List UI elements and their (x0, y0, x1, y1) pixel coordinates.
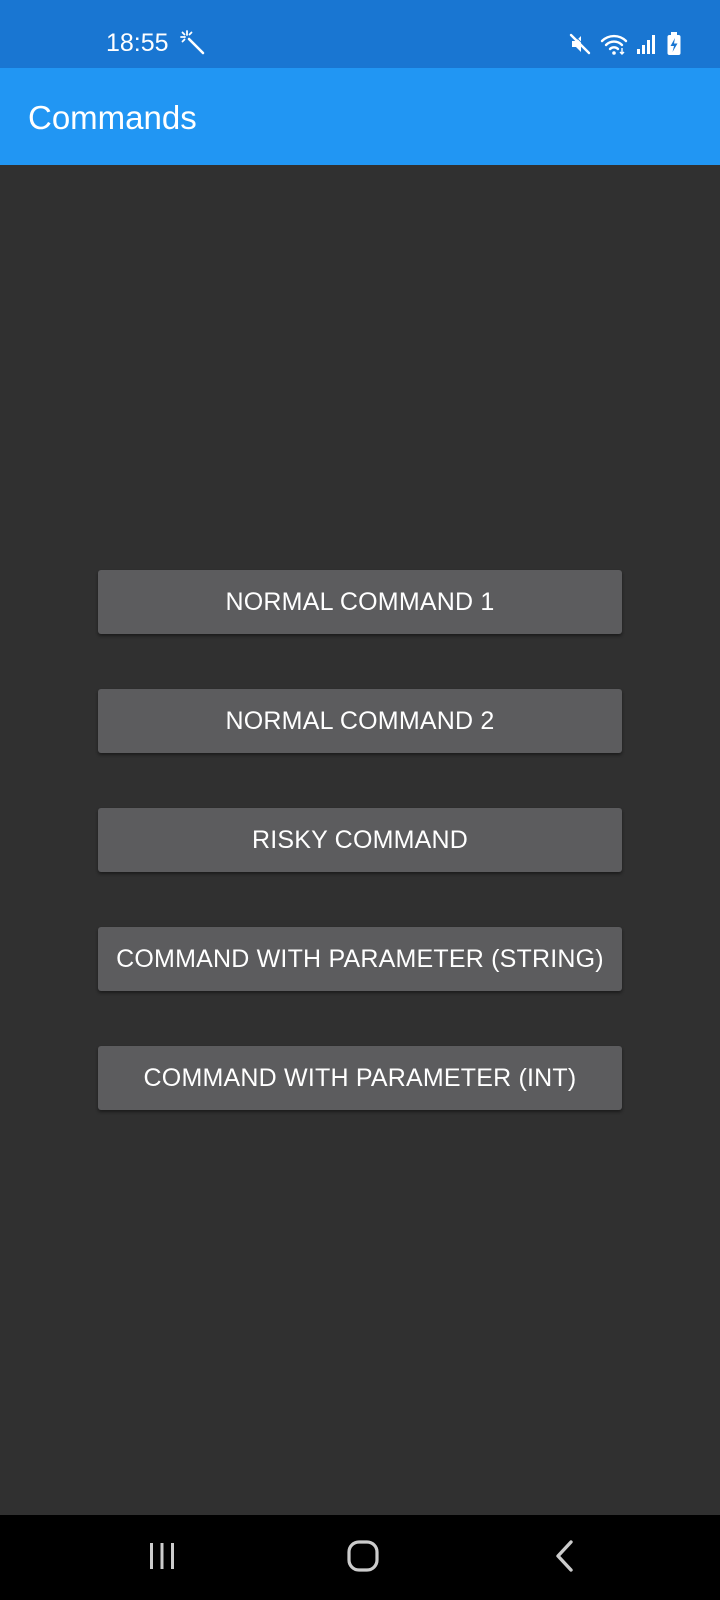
risky-command-button[interactable]: RISKY COMMAND (98, 808, 622, 872)
recent-apps-icon (147, 1541, 177, 1576)
status-time: 18:55 (106, 29, 169, 57)
back-icon (553, 1539, 577, 1578)
status-icons (568, 31, 682, 57)
recent-apps-button[interactable] (132, 1533, 192, 1583)
normal-command-1-button[interactable]: NORMAL COMMAND 1 (98, 570, 622, 634)
page-title: Commands (28, 99, 197, 136)
status-bar: 18:55 (0, 0, 720, 68)
normal-command-2-button[interactable]: NORMAL COMMAND 2 (98, 689, 622, 753)
mute-icon (568, 32, 592, 56)
wifi-icon (600, 32, 628, 56)
command-with-int-parameter-button[interactable]: COMMAND WITH PARAMETER (INT) (98, 1046, 622, 1110)
magic-wand-icon (180, 30, 206, 56)
app-bar: Commands (0, 68, 720, 165)
signal-icon (636, 32, 658, 56)
command-with-string-parameter-button[interactable]: COMMAND WITH PARAMETER (STRING) (98, 927, 622, 991)
back-button[interactable] (535, 1533, 595, 1583)
battery-charging-icon (666, 31, 682, 57)
home-button[interactable] (333, 1533, 393, 1583)
navigation-bar (0, 1515, 720, 1600)
content-area: NORMAL COMMAND 1 NORMAL COMMAND 2 RISKY … (0, 165, 720, 1515)
home-icon (346, 1539, 380, 1578)
